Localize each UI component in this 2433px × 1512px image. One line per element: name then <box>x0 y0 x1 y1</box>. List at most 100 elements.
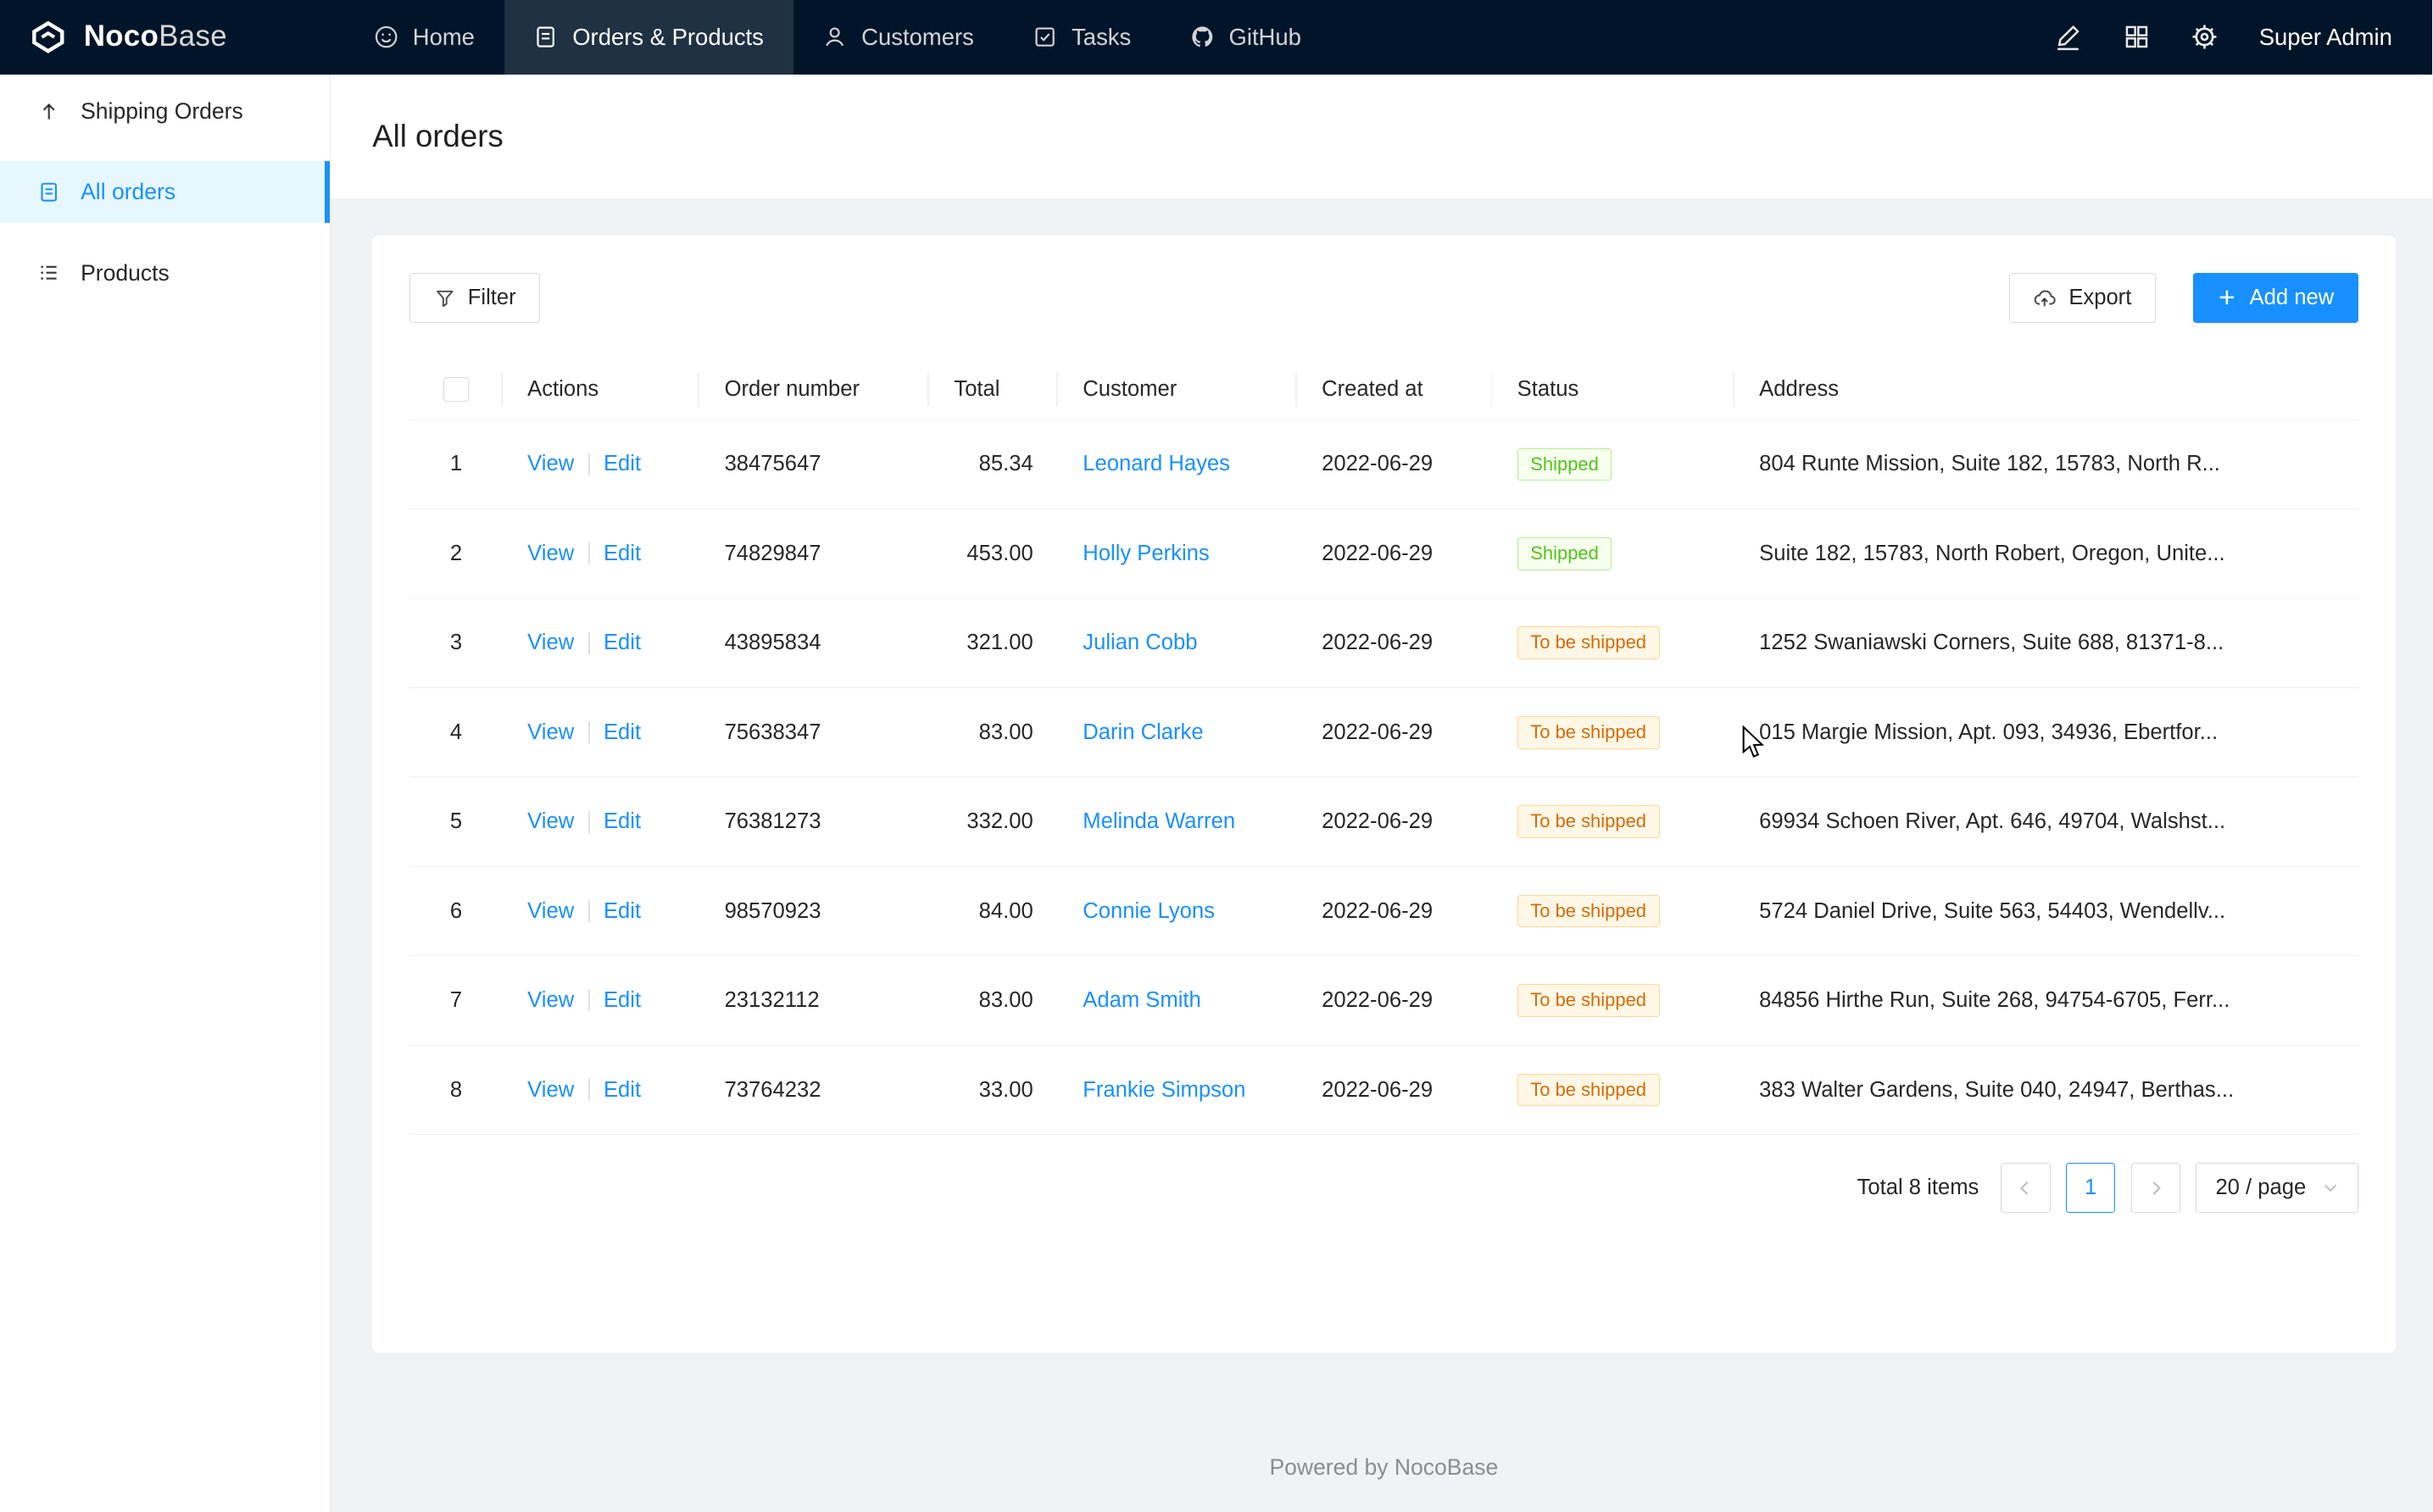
edit-link[interactable]: Edit <box>604 899 641 924</box>
customer-link[interactable]: Leonard Hayes <box>1083 452 1230 475</box>
nav-tab-github[interactable]: GitHub <box>1161 0 1331 75</box>
customer-link[interactable]: Melinda Warren <box>1083 809 1235 833</box>
edit-link[interactable]: Edit <box>604 452 641 476</box>
action-divider <box>588 453 590 475</box>
created-at-cell: 2022-06-29 <box>1297 509 1493 598</box>
nav-spacer <box>1331 0 2055 75</box>
customer-link[interactable]: Darin Clarke <box>1083 720 1203 744</box>
sidebar-item-products[interactable]: Products <box>0 242 330 303</box>
column-header-customer: Customer <box>1058 359 1297 420</box>
edit-link[interactable]: Edit <box>604 1078 641 1103</box>
select-all-checkbox[interactable] <box>443 377 468 402</box>
customer-cell: Darin Clarke <box>1058 688 1297 777</box>
column-header-address: Address <box>1734 359 2358 420</box>
export-button[interactable]: Export <box>2009 273 2156 323</box>
view-link[interactable]: View <box>527 542 574 566</box>
page-size-select[interactable]: 20 / page <box>2196 1163 2358 1213</box>
page-header: All orders <box>331 75 2433 198</box>
edit-link[interactable]: Edit <box>604 631 641 655</box>
user-menu[interactable]: Super Admin <box>2259 24 2392 51</box>
customer-link[interactable]: Julian Cobb <box>1083 631 1197 654</box>
edit-link[interactable]: Edit <box>604 720 641 745</box>
order-number-cell: 43895834 <box>699 598 929 687</box>
main-area: All orders Filter <box>331 75 2433 1512</box>
filter-button[interactable]: Filter <box>409 273 540 323</box>
customer-cell: Adam Smith <box>1058 956 1297 1045</box>
nav-tab-orders-products[interactable]: Orders & Products <box>504 0 793 75</box>
customer-link[interactable]: Frankie Simpson <box>1083 1078 1245 1102</box>
total-cell: 83.00 <box>929 688 1058 777</box>
gear-icon[interactable] <box>2191 23 2219 51</box>
column-header-total: Total <box>929 359 1058 420</box>
nav-right-controls: Super Admin <box>2054 0 2432 75</box>
sidebar-item-shipping-orders[interactable]: Shipping Orders <box>0 81 330 142</box>
customer-cell: Julian Cobb <box>1058 598 1297 687</box>
nav-tab-label: GitHub <box>1229 24 1301 51</box>
column-header-actions: Actions <box>503 359 699 420</box>
address-cell: 5724 Daniel Drive, Suite 563, 54403, Wen… <box>1734 866 2358 955</box>
nav-tab-tasks[interactable]: Tasks <box>1004 0 1161 75</box>
total-cell: 83.00 <box>929 956 1058 1045</box>
status-cell: To be shipped <box>1492 777 1734 866</box>
pagination: Total 8 items 1 20 / page <box>409 1163 2358 1213</box>
arrow-up-icon <box>37 100 60 123</box>
created-at-cell: 2022-06-29 <box>1297 777 1493 866</box>
plus-icon <box>2217 287 2237 308</box>
sidebar-item-label: Shipping Orders <box>81 98 243 125</box>
address-cell: 383 Walter Gardens, Suite 040, 24947, Be… <box>1734 1045 2358 1134</box>
brand-logo[interactable]: NocoBase <box>0 0 344 75</box>
order-number-cell: 74829847 <box>699 509 929 598</box>
total-cell: 85.34 <box>929 420 1058 509</box>
row-actions: View Edit <box>503 688 699 777</box>
highlighter-icon[interactable] <box>2054 23 2082 51</box>
view-link[interactable]: View <box>527 988 574 1013</box>
address-cell: 015 Margie Mission, Apt. 093, 34936, Ebe… <box>1734 688 2358 777</box>
smile-icon <box>374 25 398 49</box>
edit-link[interactable]: Edit <box>604 988 641 1013</box>
app-window: NocoBase Home <box>0 0 2432 1512</box>
action-divider <box>588 721 590 743</box>
toolbar-right: Export Add new <box>2009 273 2358 323</box>
order-doc-icon <box>37 181 60 203</box>
nav-tab-label: Orders & Products <box>572 24 764 51</box>
sidebar-item-label: All orders <box>81 179 175 205</box>
view-link[interactable]: View <box>527 1078 574 1103</box>
column-header-status: Status <box>1492 359 1734 420</box>
view-link[interactable]: View <box>527 720 574 745</box>
customer-link[interactable]: Adam Smith <box>1083 988 1200 1012</box>
order-number-cell: 76381273 <box>699 777 929 866</box>
customer-link[interactable]: Holly Perkins <box>1083 542 1209 565</box>
nav-tab-home[interactable]: Home <box>344 0 504 75</box>
prev-page-button[interactable] <box>2001 1163 2051 1213</box>
orders-card: Filter Export <box>372 236 2395 1353</box>
chevron-down-icon <box>2322 1179 2339 1196</box>
address-cell: 804 Runte Mission, Suite 182, 15783, Nor… <box>1734 420 2358 509</box>
view-link[interactable]: View <box>527 452 574 476</box>
nav-tab-label: Tasks <box>1072 24 1131 51</box>
row-index: 5 <box>409 777 503 866</box>
table-toolbar: Filter Export <box>409 273 2358 323</box>
action-divider <box>588 1079 590 1101</box>
view-link[interactable]: View <box>527 899 574 924</box>
row-index: 1 <box>409 420 503 509</box>
status-badge: Shipped <box>1517 537 1612 570</box>
next-page-button[interactable] <box>2131 1163 2181 1213</box>
nocobase-logo-icon <box>28 17 69 58</box>
status-badge: To be shipped <box>1517 805 1660 838</box>
blocks-icon[interactable] <box>2123 23 2151 51</box>
page-number-button[interactable]: 1 <box>2066 1163 2116 1213</box>
sidebar-item-all-orders[interactable]: All orders <box>0 161 330 223</box>
action-divider <box>588 900 590 922</box>
pagination-total: Total 8 items <box>1857 1176 1979 1200</box>
order-number-cell: 75638347 <box>699 688 929 777</box>
view-link[interactable]: View <box>527 809 574 834</box>
status-cell: To be shipped <box>1492 866 1734 955</box>
customer-link[interactable]: Connie Lyons <box>1083 899 1215 923</box>
edit-link[interactable]: Edit <box>604 542 641 566</box>
view-link[interactable]: View <box>527 631 574 655</box>
edit-link[interactable]: Edit <box>604 809 641 834</box>
brand-name: NocoBase <box>84 20 227 53</box>
status-cell: To be shipped <box>1492 956 1734 1045</box>
nav-tab-customers[interactable]: Customers <box>793 0 1004 75</box>
add-new-button[interactable]: Add new <box>2193 273 2358 323</box>
